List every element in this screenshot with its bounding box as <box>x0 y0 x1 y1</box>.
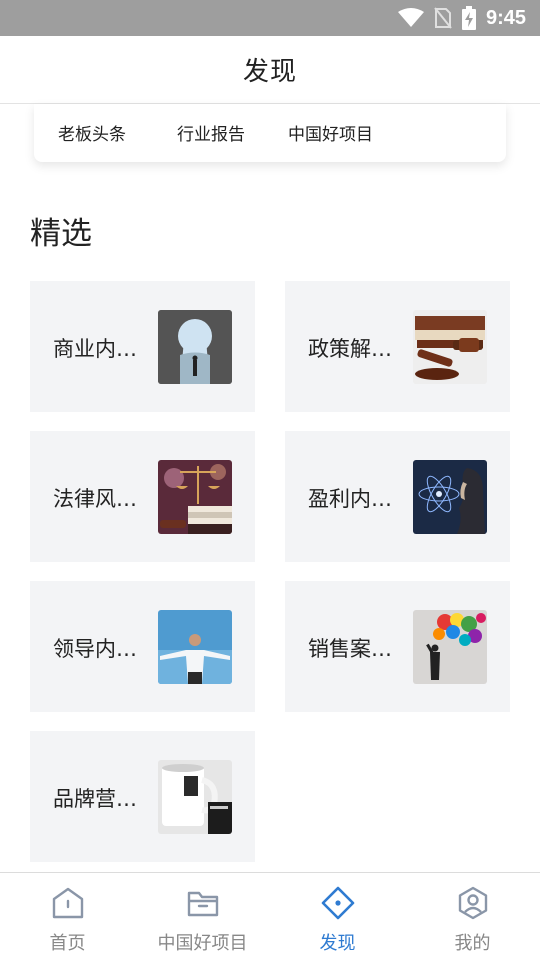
featured-card-leadership[interactable]: 领导内… <box>30 581 255 712</box>
no-sim-icon <box>434 7 452 29</box>
paint-splash-thumbnail <box>413 610 487 684</box>
nav-mine[interactable]: 我的 <box>405 873 540 961</box>
nav-discover[interactable]: 发现 <box>270 873 405 961</box>
nav-label-home: 首页 <box>49 933 86 954</box>
nav-home[interactable]: 首页 <box>0 873 135 961</box>
section-title: 精选 <box>30 216 92 252</box>
battery-charging-icon <box>461 6 476 30</box>
profile-icon <box>458 886 487 920</box>
featured-card-label: 法律风… <box>53 487 137 511</box>
atom-thinker-thumbnail <box>413 460 487 534</box>
featured-card-profit[interactable]: 盈利内… <box>285 431 510 562</box>
folder-icon <box>187 891 218 917</box>
category-industry-reports[interactable]: 行业报告 <box>177 120 245 145</box>
featured-card-sales[interactable]: 销售案… <box>285 581 510 712</box>
featured-card-business[interactable]: 商业内… <box>30 281 255 412</box>
app-bar: 发现 <box>0 36 540 104</box>
nav-label-mine: 我的 <box>454 933 491 954</box>
bottom-nav: 首页 中国好项目 发现 我的 <box>0 872 540 961</box>
status-bar: 9:45 <box>0 0 540 36</box>
featured-card-label: 销售案… <box>308 637 392 661</box>
featured-card-label: 政策解… <box>308 337 392 361</box>
status-time: 9:45 <box>485 6 526 29</box>
arms-spread-businessman-thumbnail <box>158 610 232 684</box>
featured-card-label: 领导内… <box>53 637 137 661</box>
coffee-mug-thumbnail <box>158 760 232 834</box>
featured-card-brand[interactable]: 品牌营… <box>30 731 255 862</box>
featured-card-label: 盈利内… <box>308 487 392 511</box>
featured-card-label: 商业内… <box>53 337 137 361</box>
page-title: 发现 <box>242 57 297 87</box>
wifi-icon <box>397 8 424 27</box>
category-boss-headlines[interactable]: 老板头条 <box>58 120 126 145</box>
nav-label-good-projects: 中国好项目 <box>157 933 248 954</box>
nav-good-projects[interactable]: 中国好项目 <box>135 873 270 961</box>
scales-of-justice-thumbnail <box>158 460 232 534</box>
featured-card-legal[interactable]: 法律风… <box>30 431 255 562</box>
home-icon <box>52 887 83 919</box>
category-card: 老板头条 行业报告 中国好项目 <box>34 104 506 162</box>
compass-diamond-icon <box>321 886 354 920</box>
featured-card-label: 品牌营… <box>53 787 137 811</box>
featured-card-policy[interactable]: 政策解… <box>285 281 510 412</box>
category-good-projects[interactable]: 中国好项目 <box>288 120 373 145</box>
status-icons: 9:45 <box>397 0 526 36</box>
gavel-books-thumbnail <box>413 310 487 384</box>
keyhole-sky-thumbnail <box>158 310 232 384</box>
nav-label-discover: 发现 <box>319 933 356 954</box>
